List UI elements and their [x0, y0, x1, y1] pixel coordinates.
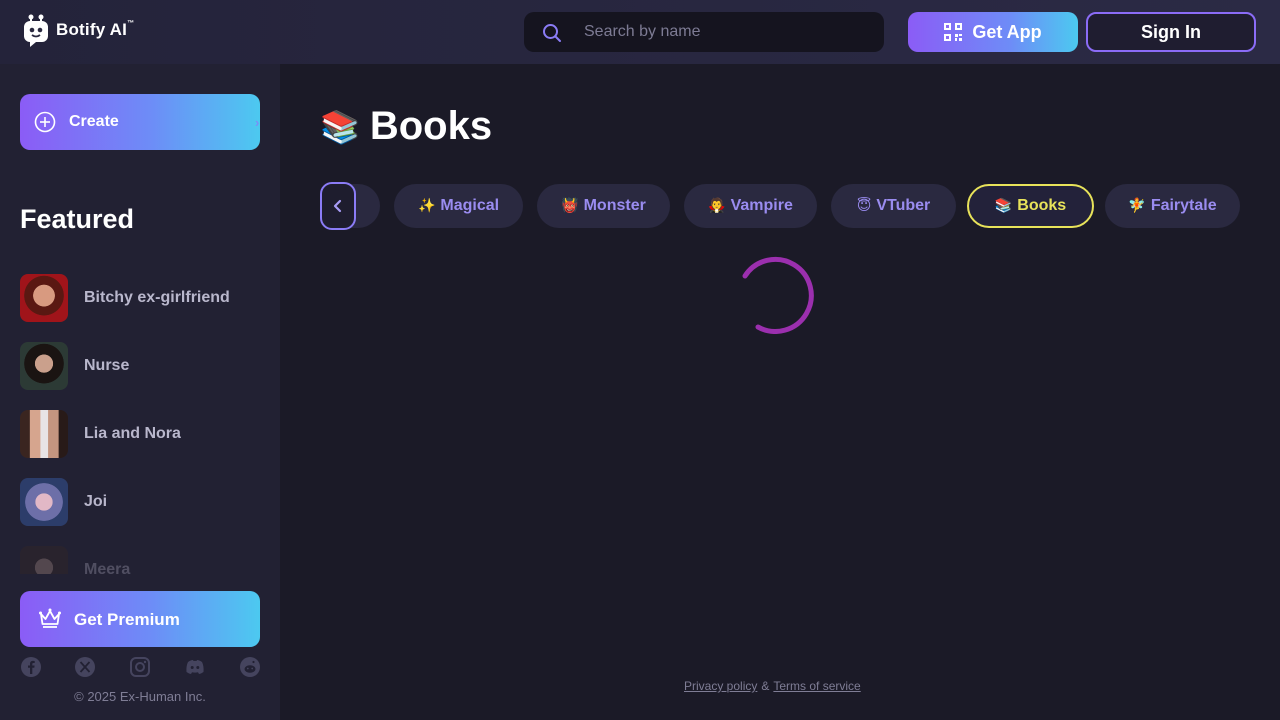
copyright-text: © 2025 Ex-Human Inc.: [74, 689, 206, 704]
avatar: [20, 410, 68, 458]
privacy-policy-link[interactable]: Privacy policy: [684, 679, 757, 693]
featured-item[interactable]: Bitchy ex-girlfriend: [20, 274, 260, 322]
sparkles-icon: ✨: [417, 198, 436, 214]
footer-links: Privacy policy & Terms of service: [684, 679, 861, 693]
tab-label: Vampire: [730, 197, 793, 214]
featured-list: Bitchy ex-girlfriend Nurse Lia and Nora …: [20, 274, 260, 574]
chevron-right-icon: ›: [255, 115, 260, 130]
halo-face-icon: 😇: [856, 198, 872, 214]
top-bar: Botify AI™ Get App Sign In: [0, 0, 1280, 64]
avatar: [20, 546, 68, 574]
fairy-icon: 🧚: [1128, 198, 1146, 214]
get-app-label: Get App: [972, 21, 1042, 42]
sign-in-label: Sign In: [1141, 21, 1201, 42]
search-icon: [542, 23, 561, 42]
loading-spinner: [740, 254, 820, 334]
books-icon: 📚: [994, 198, 1013, 214]
featured-item-name: Joi: [84, 493, 108, 510]
tab-label: VTuber: [876, 197, 931, 214]
avatar: [20, 478, 68, 526]
plus-circle-icon: [34, 111, 56, 138]
tab-vampire[interactable]: 🧛 Vampire: [684, 184, 817, 228]
social-links: [20, 656, 260, 678]
sign-in-button[interactable]: Sign In: [1086, 12, 1256, 52]
footer-separator: &: [761, 679, 770, 693]
tab-label: Books: [1017, 197, 1067, 214]
get-premium-label: Get Premium: [74, 610, 180, 629]
featured-item[interactable]: Nurse: [20, 342, 260, 390]
avatar: [20, 342, 68, 390]
page-title: 📚 Books: [320, 104, 492, 149]
get-app-button[interactable]: Get App: [908, 12, 1078, 52]
tab-label: Monster: [583, 197, 646, 214]
get-premium-button[interactable]: Get Premium: [20, 591, 260, 647]
featured-item[interactable]: Joi: [20, 478, 260, 526]
vampire-icon: 🧛: [708, 198, 726, 214]
avatar: [20, 274, 68, 322]
create-label: Create: [69, 113, 119, 130]
logo[interactable]: Botify AI™: [22, 14, 135, 47]
qr-code-icon: [944, 23, 963, 41]
tab-label: Magical: [440, 197, 500, 214]
create-button[interactable]: Create ›: [20, 94, 260, 150]
featured-item-name: Bitchy ex-girlfriend: [84, 289, 230, 306]
instagram-icon[interactable]: [129, 656, 151, 678]
facebook-icon[interactable]: [20, 656, 42, 678]
x-icon[interactable]: [74, 656, 96, 678]
featured-heading: Featured: [20, 204, 135, 234]
tab-monster[interactable]: 👹 Monster: [537, 184, 670, 228]
sidebar: Create › Featured Bitchy ex-girlfriend N…: [0, 64, 280, 720]
featured-item[interactable]: Lia and Nora: [20, 410, 260, 458]
search-input[interactable]: [584, 12, 874, 52]
books-icon: 📚: [320, 107, 360, 146]
featured-item[interactable]: Meera: [20, 546, 260, 574]
discord-icon[interactable]: [184, 656, 206, 678]
tab-magical[interactable]: ✨ Magical: [394, 184, 523, 228]
ogre-icon: 👹: [561, 198, 579, 214]
logo-text: Botify AI™: [56, 20, 135, 39]
chevron-left-icon: [333, 199, 342, 213]
featured-item-name: Meera: [84, 561, 131, 574]
search-bar[interactable]: [524, 12, 884, 52]
page-title-text: Books: [369, 104, 493, 148]
robot-logo-icon: [22, 14, 50, 47]
tab-label: Fairytale: [1150, 197, 1217, 214]
tab-vtuber[interactable]: 😇 VTuber: [831, 184, 956, 228]
category-tabs: ✨ Magical 👹 Monster 🧛 Vampire 😇 VTuber 📚…: [320, 184, 1260, 230]
featured-item-name: Lia and Nora: [84, 425, 181, 442]
reddit-icon[interactable]: [239, 656, 261, 678]
tabs-scroll-left-button[interactable]: [320, 182, 356, 230]
crown-icon: [38, 607, 62, 634]
featured-item-name: Nurse: [84, 357, 130, 374]
terms-of-service-link[interactable]: Terms of service: [773, 679, 860, 693]
tab-books[interactable]: 📚 Books: [967, 184, 1094, 228]
tab-fairytale[interactable]: 🧚 Fairytale: [1105, 184, 1240, 228]
